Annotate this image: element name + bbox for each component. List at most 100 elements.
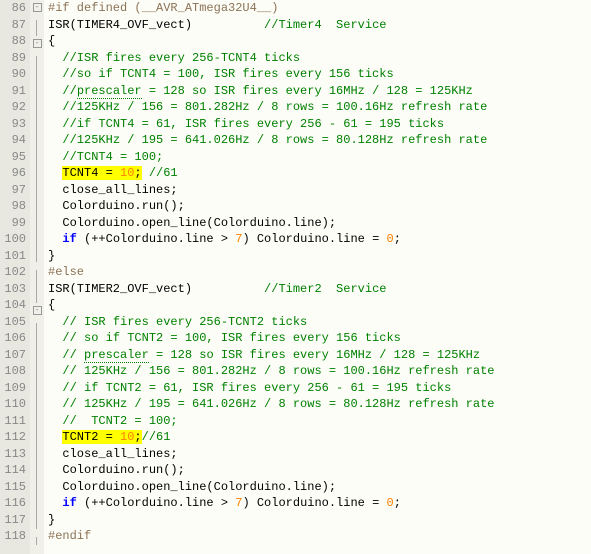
fold-marker[interactable] (30, 537, 44, 554)
code-line[interactable]: #if defined (__AVR_ATmega32U4__) (48, 0, 591, 17)
fold-marker[interactable] (30, 356, 44, 373)
line-number: 115 (0, 479, 26, 496)
code-line[interactable]: //125KHz / 156 = 801.282Hz / 8 rows = 10… (48, 99, 591, 116)
code-line[interactable]: close_all_lines; (48, 446, 591, 463)
fold-marker[interactable] (30, 455, 44, 472)
fold-marker[interactable] (30, 270, 44, 287)
line-number: 95 (0, 149, 26, 166)
code-line[interactable]: #else (48, 264, 591, 281)
fold-marker[interactable] (30, 372, 44, 389)
fold-marker[interactable] (30, 204, 44, 221)
fold-marker[interactable] (30, 155, 44, 172)
code-line[interactable]: // ISR fires every 256-TCNT2 ticks (48, 314, 591, 331)
fold-margin[interactable]: - - - (30, 0, 44, 554)
code-line[interactable]: Colorduino.run(); (48, 198, 591, 215)
line-number: 93 (0, 116, 26, 133)
code-line[interactable]: TCNT2 = 10;//61 (48, 429, 591, 446)
fold-marker[interactable] (30, 521, 44, 538)
fold-marker[interactable] (30, 221, 44, 238)
code-line[interactable]: Colorduino.run(); (48, 462, 591, 479)
code-line[interactable]: ISR(TIMER2_OVF_vect) //Timer2 Service (48, 281, 591, 298)
fold-marker[interactable]: - (30, 306, 44, 323)
fold-marker[interactable] (30, 254, 44, 271)
fold-marker[interactable] (30, 188, 44, 205)
line-number: 107 (0, 347, 26, 364)
code-line[interactable]: { (48, 297, 591, 314)
line-number: 86 (0, 0, 26, 17)
line-number: 103 (0, 281, 26, 298)
code-area[interactable]: #if defined (__AVR_ATmega32U4__)ISR(TIME… (44, 0, 591, 554)
code-line[interactable]: { (48, 33, 591, 50)
code-line[interactable]: //ISR fires every 256-TCNT4 ticks (48, 50, 591, 67)
fold-marker[interactable] (30, 105, 44, 122)
fold-marker[interactable] (30, 171, 44, 188)
code-line[interactable]: //prescaler = 128 so ISR fires every 16M… (48, 83, 591, 100)
line-number: 110 (0, 396, 26, 413)
code-line[interactable]: #endif (48, 528, 591, 545)
fold-marker[interactable]: - (30, 3, 44, 20)
line-number: 90 (0, 66, 26, 83)
code-line[interactable]: //125KHz / 195 = 641.026Hz / 8 rows = 80… (48, 132, 591, 149)
line-number: 111 (0, 413, 26, 430)
code-line[interactable]: // 125KHz / 195 = 641.026Hz / 8 rows = 8… (48, 396, 591, 413)
line-number: 91 (0, 83, 26, 100)
line-number: 106 (0, 330, 26, 347)
line-number: 108 (0, 363, 26, 380)
code-line[interactable]: if (++Colorduino.line > 7) Colorduino.li… (48, 231, 591, 248)
fold-marker[interactable] (30, 138, 44, 155)
line-number: 118 (0, 528, 26, 545)
line-number: 117 (0, 512, 26, 529)
code-line[interactable]: } (48, 512, 591, 529)
fold-marker[interactable] (30, 72, 44, 89)
code-line[interactable]: //so if TCNT4 = 100, ISR fires every 156… (48, 66, 591, 83)
code-line[interactable]: // if TCNT2 = 61, ISR fires every 256 - … (48, 380, 591, 397)
line-number: 116 (0, 495, 26, 512)
fold-marker[interactable] (30, 389, 44, 406)
fold-marker[interactable] (30, 339, 44, 356)
line-number: 97 (0, 182, 26, 199)
fold-marker[interactable] (30, 237, 44, 254)
line-number: 88 (0, 33, 26, 50)
line-number: 92 (0, 99, 26, 116)
code-line[interactable]: Colorduino.open_line(Colorduino.line); (48, 215, 591, 232)
code-line[interactable]: // TCNT2 = 100; (48, 413, 591, 430)
line-number: 99 (0, 215, 26, 232)
fold-marker[interactable] (30, 438, 44, 455)
fold-marker[interactable] (30, 405, 44, 422)
fold-marker[interactable] (30, 56, 44, 73)
fold-marker[interactable] (30, 504, 44, 521)
code-line[interactable]: close_all_lines; (48, 182, 591, 199)
code-line[interactable]: //if TCNT4 = 61, ISR fires every 256 - 6… (48, 116, 591, 133)
line-number: 98 (0, 198, 26, 215)
code-line[interactable]: //TCNT4 = 100; (48, 149, 591, 166)
code-line[interactable]: TCNT4 = 10; //61 (48, 165, 591, 182)
line-number: 94 (0, 132, 26, 149)
fold-marker[interactable] (30, 422, 44, 439)
code-editor: 8687888990919293949596979899100101102103… (0, 0, 591, 554)
line-number: 104 (0, 297, 26, 314)
fold-marker[interactable] (30, 323, 44, 340)
fold-marker[interactable] (30, 287, 44, 304)
fold-marker[interactable] (30, 89, 44, 106)
code-line[interactable]: if (++Colorduino.line > 7) Colorduino.li… (48, 495, 591, 512)
fold-marker[interactable] (30, 488, 44, 505)
line-number: 113 (0, 446, 26, 463)
line-number: 109 (0, 380, 26, 397)
code-line[interactable]: ISR(TIMER4_OVF_vect) //Timer4 Service (48, 17, 591, 34)
code-line[interactable]: } (48, 248, 591, 265)
code-line[interactable]: // so if TCNT2 = 100, ISR fires every 15… (48, 330, 591, 347)
line-number: 101 (0, 248, 26, 265)
line-number: 105 (0, 314, 26, 331)
code-line[interactable]: Colorduino.open_line(Colorduino.line); (48, 479, 591, 496)
line-number: 112 (0, 429, 26, 446)
fold-marker[interactable] (30, 122, 44, 139)
code-line[interactable]: // 125KHz / 156 = 801.282Hz / 8 rows = 1… (48, 363, 591, 380)
code-line[interactable]: // prescaler = 128 so ISR fires every 16… (48, 347, 591, 364)
fold-marker[interactable]: - (30, 39, 44, 56)
line-number: 96 (0, 165, 26, 182)
line-number-gutter: 8687888990919293949596979899100101102103… (0, 0, 30, 554)
line-number: 89 (0, 50, 26, 67)
fold-marker[interactable] (30, 20, 44, 37)
fold-marker[interactable] (30, 471, 44, 488)
line-number: 114 (0, 462, 26, 479)
